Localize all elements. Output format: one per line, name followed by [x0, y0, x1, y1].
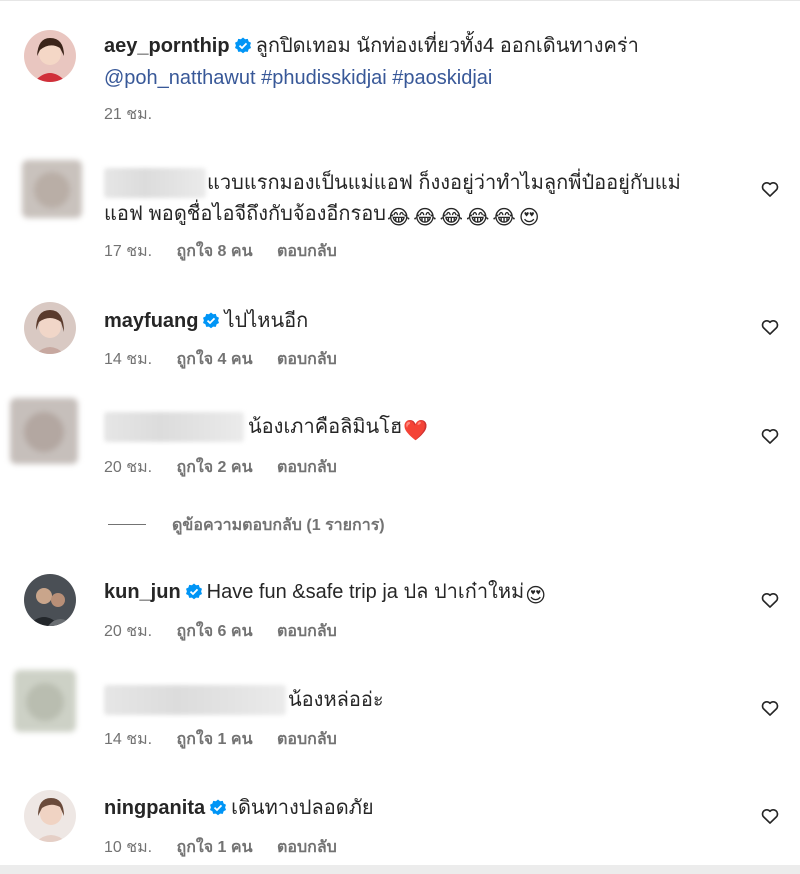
- emoji: 😍: [525, 585, 547, 607]
- comment-username[interactable]: ningpanita: [104, 797, 205, 819]
- likes-count[interactable]: ถูกใจ 4 คน: [177, 351, 253, 368]
- comment-timestamp: 20 ชม.: [104, 623, 153, 640]
- heart-outline-icon[interactable]: [760, 179, 780, 199]
- likes-count[interactable]: ถูกใจ 2 คน: [177, 459, 253, 476]
- verified-badge-icon: [202, 309, 220, 339]
- avatar[interactable]: [24, 30, 76, 82]
- heart-outline-icon[interactable]: [760, 426, 780, 446]
- comment-text: น้องหล่ออ่ะ: [288, 689, 384, 711]
- comment-text: ไปไหนอีก: [224, 310, 309, 332]
- comment-text: น้องเภาคือลิมินโฮ: [248, 416, 403, 438]
- comment-timestamp: 10 ชม.: [104, 839, 153, 856]
- verified-badge-icon: [209, 796, 227, 826]
- reply-button[interactable]: ตอบกลับ: [277, 351, 337, 368]
- reply-button[interactable]: ตอบกลับ: [277, 839, 337, 856]
- hashtag-link[interactable]: #paoskidjai: [392, 67, 492, 89]
- comment-text: แอฟ พอดูชื่อไอจีถึงกับจ้องอีกรอบ: [104, 203, 386, 225]
- likes-count[interactable]: ถูกใจ 8 คน: [177, 243, 253, 260]
- comment-timestamp: 17 ชม.: [104, 243, 153, 260]
- redacted-username: [104, 685, 286, 715]
- likes-count[interactable]: ถูกใจ 1 คน: [177, 731, 253, 748]
- avatar[interactable]: [24, 302, 76, 354]
- avatar[interactable]: [22, 160, 82, 218]
- top-border: [0, 0, 800, 1]
- verified-badge-icon: [185, 580, 203, 610]
- mention-link[interactable]: @poh_natthawut: [104, 67, 256, 89]
- avatar[interactable]: [24, 574, 76, 626]
- likes-count[interactable]: ถูกใจ 6 คน: [177, 623, 253, 640]
- comment-timestamp: 20 ชม.: [104, 459, 153, 476]
- comment-text: แวบแรกมองเป็นแม่แอฟ ก็งงอยู่ว่าทำไมลูกพี…: [207, 172, 681, 194]
- emoji: ❤️: [403, 420, 429, 442]
- verified-badge-icon: [234, 34, 252, 64]
- hashtag-link[interactable]: #phudisskidjai: [261, 67, 387, 89]
- avatar[interactable]: [14, 670, 76, 732]
- heart-outline-icon[interactable]: [760, 590, 780, 610]
- post-caption-text: ลูกปิดเทอม นักท่องเที่ยวทั้ง4 ออกเดินทาง…: [255, 35, 639, 57]
- reply-button[interactable]: ตอบกลับ: [277, 623, 337, 640]
- comment-text: Have fun &safe trip ja ปล ปาเก๋าใหม่: [206, 581, 525, 603]
- comment-username[interactable]: kun_jun: [104, 581, 181, 603]
- redacted-username: [104, 168, 206, 198]
- comment-timestamp: 14 ชม.: [104, 731, 153, 748]
- post-timestamp: 21 ชม.: [104, 106, 153, 123]
- replies-divider: [108, 524, 146, 525]
- heart-outline-icon[interactable]: [760, 317, 780, 337]
- reply-button[interactable]: ตอบกลับ: [277, 731, 337, 748]
- redacted-username: [104, 412, 244, 442]
- comment-timestamp: 14 ชม.: [104, 351, 153, 368]
- view-replies-button[interactable]: ดูข้อความตอบกลับ (1 รายการ): [108, 513, 385, 538]
- emoji: 😂😂😂😂😂😍: [386, 207, 543, 229]
- bottom-border: [0, 865, 800, 874]
- reply-button[interactable]: ตอบกลับ: [277, 243, 337, 260]
- avatar[interactable]: [10, 398, 78, 464]
- reply-button[interactable]: ตอบกลับ: [277, 459, 337, 476]
- post-username[interactable]: aey_pornthip: [104, 35, 230, 57]
- heart-outline-icon[interactable]: [760, 806, 780, 826]
- likes-count[interactable]: ถูกใจ 1 คน: [177, 839, 253, 856]
- view-replies-label: ดูข้อความตอบกลับ (1 รายการ): [172, 517, 385, 534]
- avatar[interactable]: [24, 790, 76, 842]
- comment-username[interactable]: mayfuang: [104, 310, 198, 332]
- heart-outline-icon[interactable]: [760, 698, 780, 718]
- comment-text: เดินทางปลอดภัย: [231, 797, 374, 819]
